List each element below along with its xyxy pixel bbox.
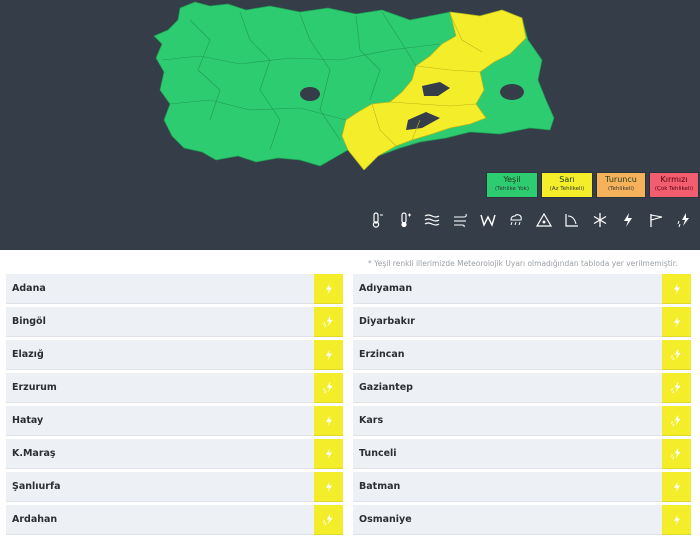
- legend-yellow: Sarı (Az Tehlikeli): [541, 172, 593, 198]
- province-name: Ardahan: [6, 505, 314, 535]
- province-name: Bingöl: [6, 307, 314, 337]
- thunderstorm-icon[interactable]: [314, 472, 343, 502]
- legend-orange-sub: (Tehlikeli): [607, 186, 635, 192]
- province-name: Batman: [353, 472, 662, 502]
- rain-thunder-icon[interactable]: [670, 208, 698, 232]
- province-name: Elazığ: [6, 340, 314, 370]
- table-row: Şanlıurfa Batman: [6, 472, 700, 505]
- warning-type-icons: [362, 208, 698, 232]
- rain-thunder-icon[interactable]: [662, 406, 691, 436]
- legend-yellow-sub: (Az Tehlikeli): [549, 186, 585, 192]
- table-row: Erzurum Gaziantep: [6, 373, 700, 406]
- legend-green-sub: (Tehlike Yok): [495, 186, 529, 192]
- high-temperature-icon[interactable]: [390, 208, 418, 232]
- province-cell[interactable]: Bingöl: [6, 307, 343, 337]
- map-panel: Yeşil (Tehlike Yok) Sarı (Az Tehlikeli) …: [0, 0, 700, 250]
- province-cell[interactable]: Tunceli: [353, 439, 691, 469]
- avalanche-icon[interactable]: [530, 208, 558, 232]
- table-row: Bingöl Diyarbakır: [6, 307, 700, 340]
- province-name: Osmaniye: [353, 505, 662, 535]
- table-note: * Yeşil renkli illerimizde Meteorolojik …: [368, 259, 678, 268]
- province-name: Adıyaman: [353, 274, 662, 304]
- legend-red: Kırmızı (Çok Tehlikeli): [649, 172, 699, 198]
- legend-orange: Turuncu (Tehlikeli): [596, 172, 646, 198]
- table-row: Elazığ Erzincan: [6, 340, 700, 373]
- province-cell[interactable]: Adana: [6, 274, 343, 304]
- thunderstorm-icon[interactable]: [662, 307, 691, 337]
- rain-thunder-icon[interactable]: [662, 439, 691, 469]
- province-cell[interactable]: Erzurum: [6, 373, 343, 403]
- province-name: Erzurum: [6, 373, 314, 403]
- thunderstorm-icon[interactable]: [314, 439, 343, 469]
- thunderstorm-icon[interactable]: [662, 274, 691, 304]
- province-name: Hatay: [6, 406, 314, 436]
- province-name: Gaziantep: [353, 373, 662, 403]
- rain-thunder-icon[interactable]: [662, 340, 691, 370]
- province-cell[interactable]: Erzincan: [353, 340, 691, 370]
- rain-thunder-icon[interactable]: [314, 373, 343, 403]
- storm-icon[interactable]: [642, 208, 670, 232]
- rain-thunder-icon[interactable]: [314, 307, 343, 337]
- province-cell[interactable]: Osmaniye: [353, 505, 691, 535]
- snow-icon[interactable]: [586, 208, 614, 232]
- low-temperature-icon[interactable]: [362, 208, 390, 232]
- province-cell[interactable]: Gaziantep: [353, 373, 691, 403]
- thunderstorm-icon[interactable]: [314, 406, 343, 436]
- thunderstorm-icon[interactable]: [662, 472, 691, 502]
- province-name: Tunceli: [353, 439, 662, 469]
- lake-tuz: [300, 87, 320, 101]
- icing-icon[interactable]: [558, 208, 586, 232]
- fog-icon[interactable]: [418, 208, 446, 232]
- province-name: Kars: [353, 406, 662, 436]
- province-cell[interactable]: Diyarbakır: [353, 307, 691, 337]
- province-name: Adana: [6, 274, 314, 304]
- province-name: K.Maraş: [6, 439, 314, 469]
- turkey-warning-map[interactable]: [150, 0, 560, 170]
- province-name: Şanlıurfa: [6, 472, 314, 502]
- rain-thunder-icon[interactable]: [314, 505, 343, 535]
- wind-icon[interactable]: [474, 208, 502, 232]
- province-name: Erzincan: [353, 340, 662, 370]
- table-row: Adana Adıyaman: [6, 274, 700, 307]
- province-table: Adana Adıyaman Bingöl Diyarbakır Elazığ Erzin…: [6, 274, 700, 538]
- legend-red-label: Kırmızı: [660, 175, 688, 184]
- province-cell[interactable]: Batman: [353, 472, 691, 502]
- legend-green: Yeşil (Tehlike Yok): [486, 172, 538, 198]
- table-row: Hatay Kars: [6, 406, 700, 439]
- province-cell[interactable]: Adıyaman: [353, 274, 691, 304]
- province-cell[interactable]: Hatay: [6, 406, 343, 436]
- legend-orange-label: Turuncu: [605, 175, 637, 184]
- legend-green-label: Yeşil: [503, 175, 521, 184]
- legend-red-sub: (Çok Tehlikeli): [654, 186, 694, 192]
- legend-yellow-label: Sarı: [559, 175, 575, 184]
- province-cell[interactable]: Kars: [353, 406, 691, 436]
- thunderstorm-icon[interactable]: [614, 208, 642, 232]
- thunderstorm-icon[interactable]: [314, 340, 343, 370]
- thunderstorm-icon[interactable]: [314, 274, 343, 304]
- thunderstorm-icon[interactable]: [662, 505, 691, 535]
- province-name: Diyarbakır: [353, 307, 662, 337]
- table-row: K.Maraş Tunceli: [6, 439, 700, 472]
- rain-icon[interactable]: [502, 208, 530, 232]
- province-cell[interactable]: Şanlıurfa: [6, 472, 343, 502]
- province-cell[interactable]: K.Maraş: [6, 439, 343, 469]
- lake-van: [500, 84, 524, 100]
- province-cell[interactable]: Ardahan: [6, 505, 343, 535]
- province-cell[interactable]: Elazığ: [6, 340, 343, 370]
- rain-thunder-icon[interactable]: [662, 373, 691, 403]
- dust-icon[interactable]: [446, 208, 474, 232]
